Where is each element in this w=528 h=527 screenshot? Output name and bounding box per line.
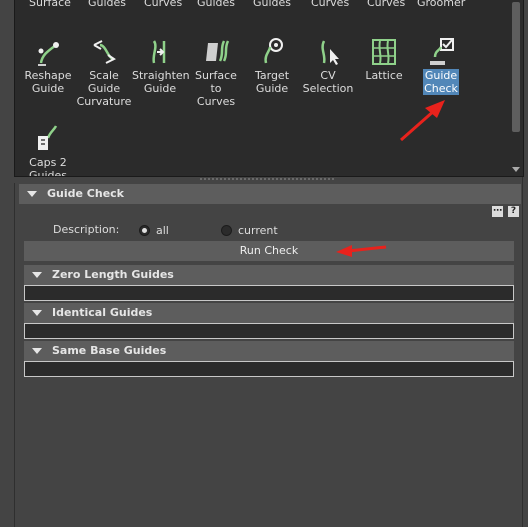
tool-caps-to-guides[interactable]: Caps 2 Guides [20,124,76,177]
radio-current[interactable] [221,225,232,236]
shelf-top-label[interactable]: Guides [197,0,235,9]
tool-label: Lattice [365,69,403,82]
tool-straighten-guide[interactable]: Straighten Guide [132,37,190,95]
identical-guides-field[interactable] [24,323,514,339]
collapse-triangle-icon[interactable] [27,191,37,197]
tool-label: Surface to Curves [195,69,237,108]
radio-all[interactable] [139,225,150,236]
menu-icon[interactable]: ⋯ [492,206,503,217]
guide-check-icon [430,38,454,65]
tool-lattice[interactable]: Lattice [356,37,412,82]
tool-label: CV Selection [302,69,354,95]
annotation-arrow-icon [400,100,445,142]
radio-selected-dot [142,228,147,233]
guide-check-frame-header[interactable]: Guide Check [19,184,521,204]
scale-guide-curvature-icon [93,40,116,64]
shelf-top-label[interactable]: Groomer [417,0,465,9]
tool-label: Reshape Guide [24,69,72,95]
straighten-guide-icon [152,40,166,64]
reshape-guide-icon [38,42,59,66]
scroll-down-icon[interactable] [512,167,520,172]
lattice-icon [372,39,396,65]
tool-label: Target Guide [254,69,290,95]
section-title: Same Base Guides [52,344,167,357]
shelf-top-label[interactable]: Curves [311,0,349,9]
tool-reshape-guide[interactable]: Reshape Guide [20,37,76,95]
frame-title: Guide Check [47,187,124,200]
tool-label: Scale Guide Curvature [76,69,132,108]
shelf-scrollbar[interactable] [509,0,523,176]
collapse-triangle-icon[interactable] [32,310,42,316]
panel-splitter[interactable] [14,177,522,183]
section-title: Zero Length Guides [52,268,174,281]
scrollbar-thumb[interactable] [512,2,520,132]
tool-label: Caps 2 Guides [28,156,68,177]
annotation-arrow-icon [336,245,387,257]
shelf-top-label[interactable]: Curves [367,0,405,9]
shelf-top-label[interactable]: Surface [29,0,71,9]
radio-current-label[interactable]: current [238,224,278,237]
run-check-button[interactable]: Run Check [24,241,514,261]
zero-length-guides-header[interactable]: Zero Length Guides [24,265,514,285]
tool-scale-guide-curvature[interactable]: Scale Guide Curvature [76,37,132,108]
tool-surface-to-curves[interactable]: Surface to Curves [188,37,244,108]
collapse-triangle-icon[interactable] [32,348,42,354]
radio-all-label[interactable]: all [156,224,169,237]
caps-to-guides-icon [38,125,58,150]
surface-to-curves-icon [206,40,230,62]
tool-label: Guide Check [423,69,459,95]
tool-label: Straighten Guide [132,69,190,95]
shelf-top-label[interactable]: Curves [144,0,182,9]
target-guide-icon [264,38,283,64]
tool-shelf: Surface Guides Curves Guides Guides Curv… [14,0,524,177]
description-label: Description: [53,223,120,236]
shelf-top-label[interactable]: Guides [88,0,126,9]
tool-guide-check[interactable]: Guide Check [413,37,469,95]
identical-guides-header[interactable]: Identical Guides [24,303,514,323]
shelf-top-label[interactable]: Guides [253,0,291,9]
tool-cv-selection[interactable]: CV Selection [300,37,356,95]
tool-target-guide[interactable]: Target Guide [244,37,300,95]
cv-selection-icon [321,40,339,65]
same-base-guides-field[interactable] [24,361,514,377]
help-icon[interactable]: ? [508,206,519,217]
zero-length-guides-field[interactable] [24,285,514,301]
splitter-grip[interactable] [200,178,336,180]
same-base-guides-header[interactable]: Same Base Guides [24,341,514,361]
left-border [0,0,15,527]
section-title: Identical Guides [52,306,153,319]
collapse-triangle-icon[interactable] [32,272,42,278]
